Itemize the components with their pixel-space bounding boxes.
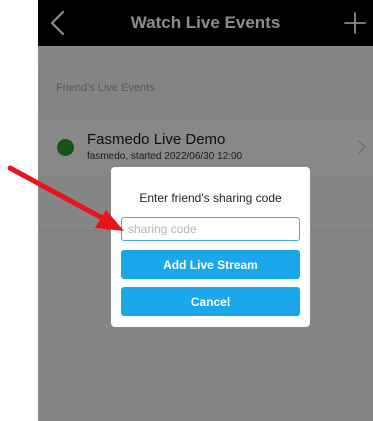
dialog-title: Enter friend's sharing code <box>139 191 282 205</box>
sharing-code-input[interactable] <box>121 217 300 241</box>
cancel-button[interactable]: Cancel <box>121 287 300 316</box>
add-live-stream-button[interactable]: Add Live Stream <box>121 250 300 279</box>
app-screen: Watch Live Events Friend's Live Events F… <box>38 0 373 421</box>
sharing-code-dialog: Enter friend's sharing code Add Live Str… <box>111 167 310 327</box>
